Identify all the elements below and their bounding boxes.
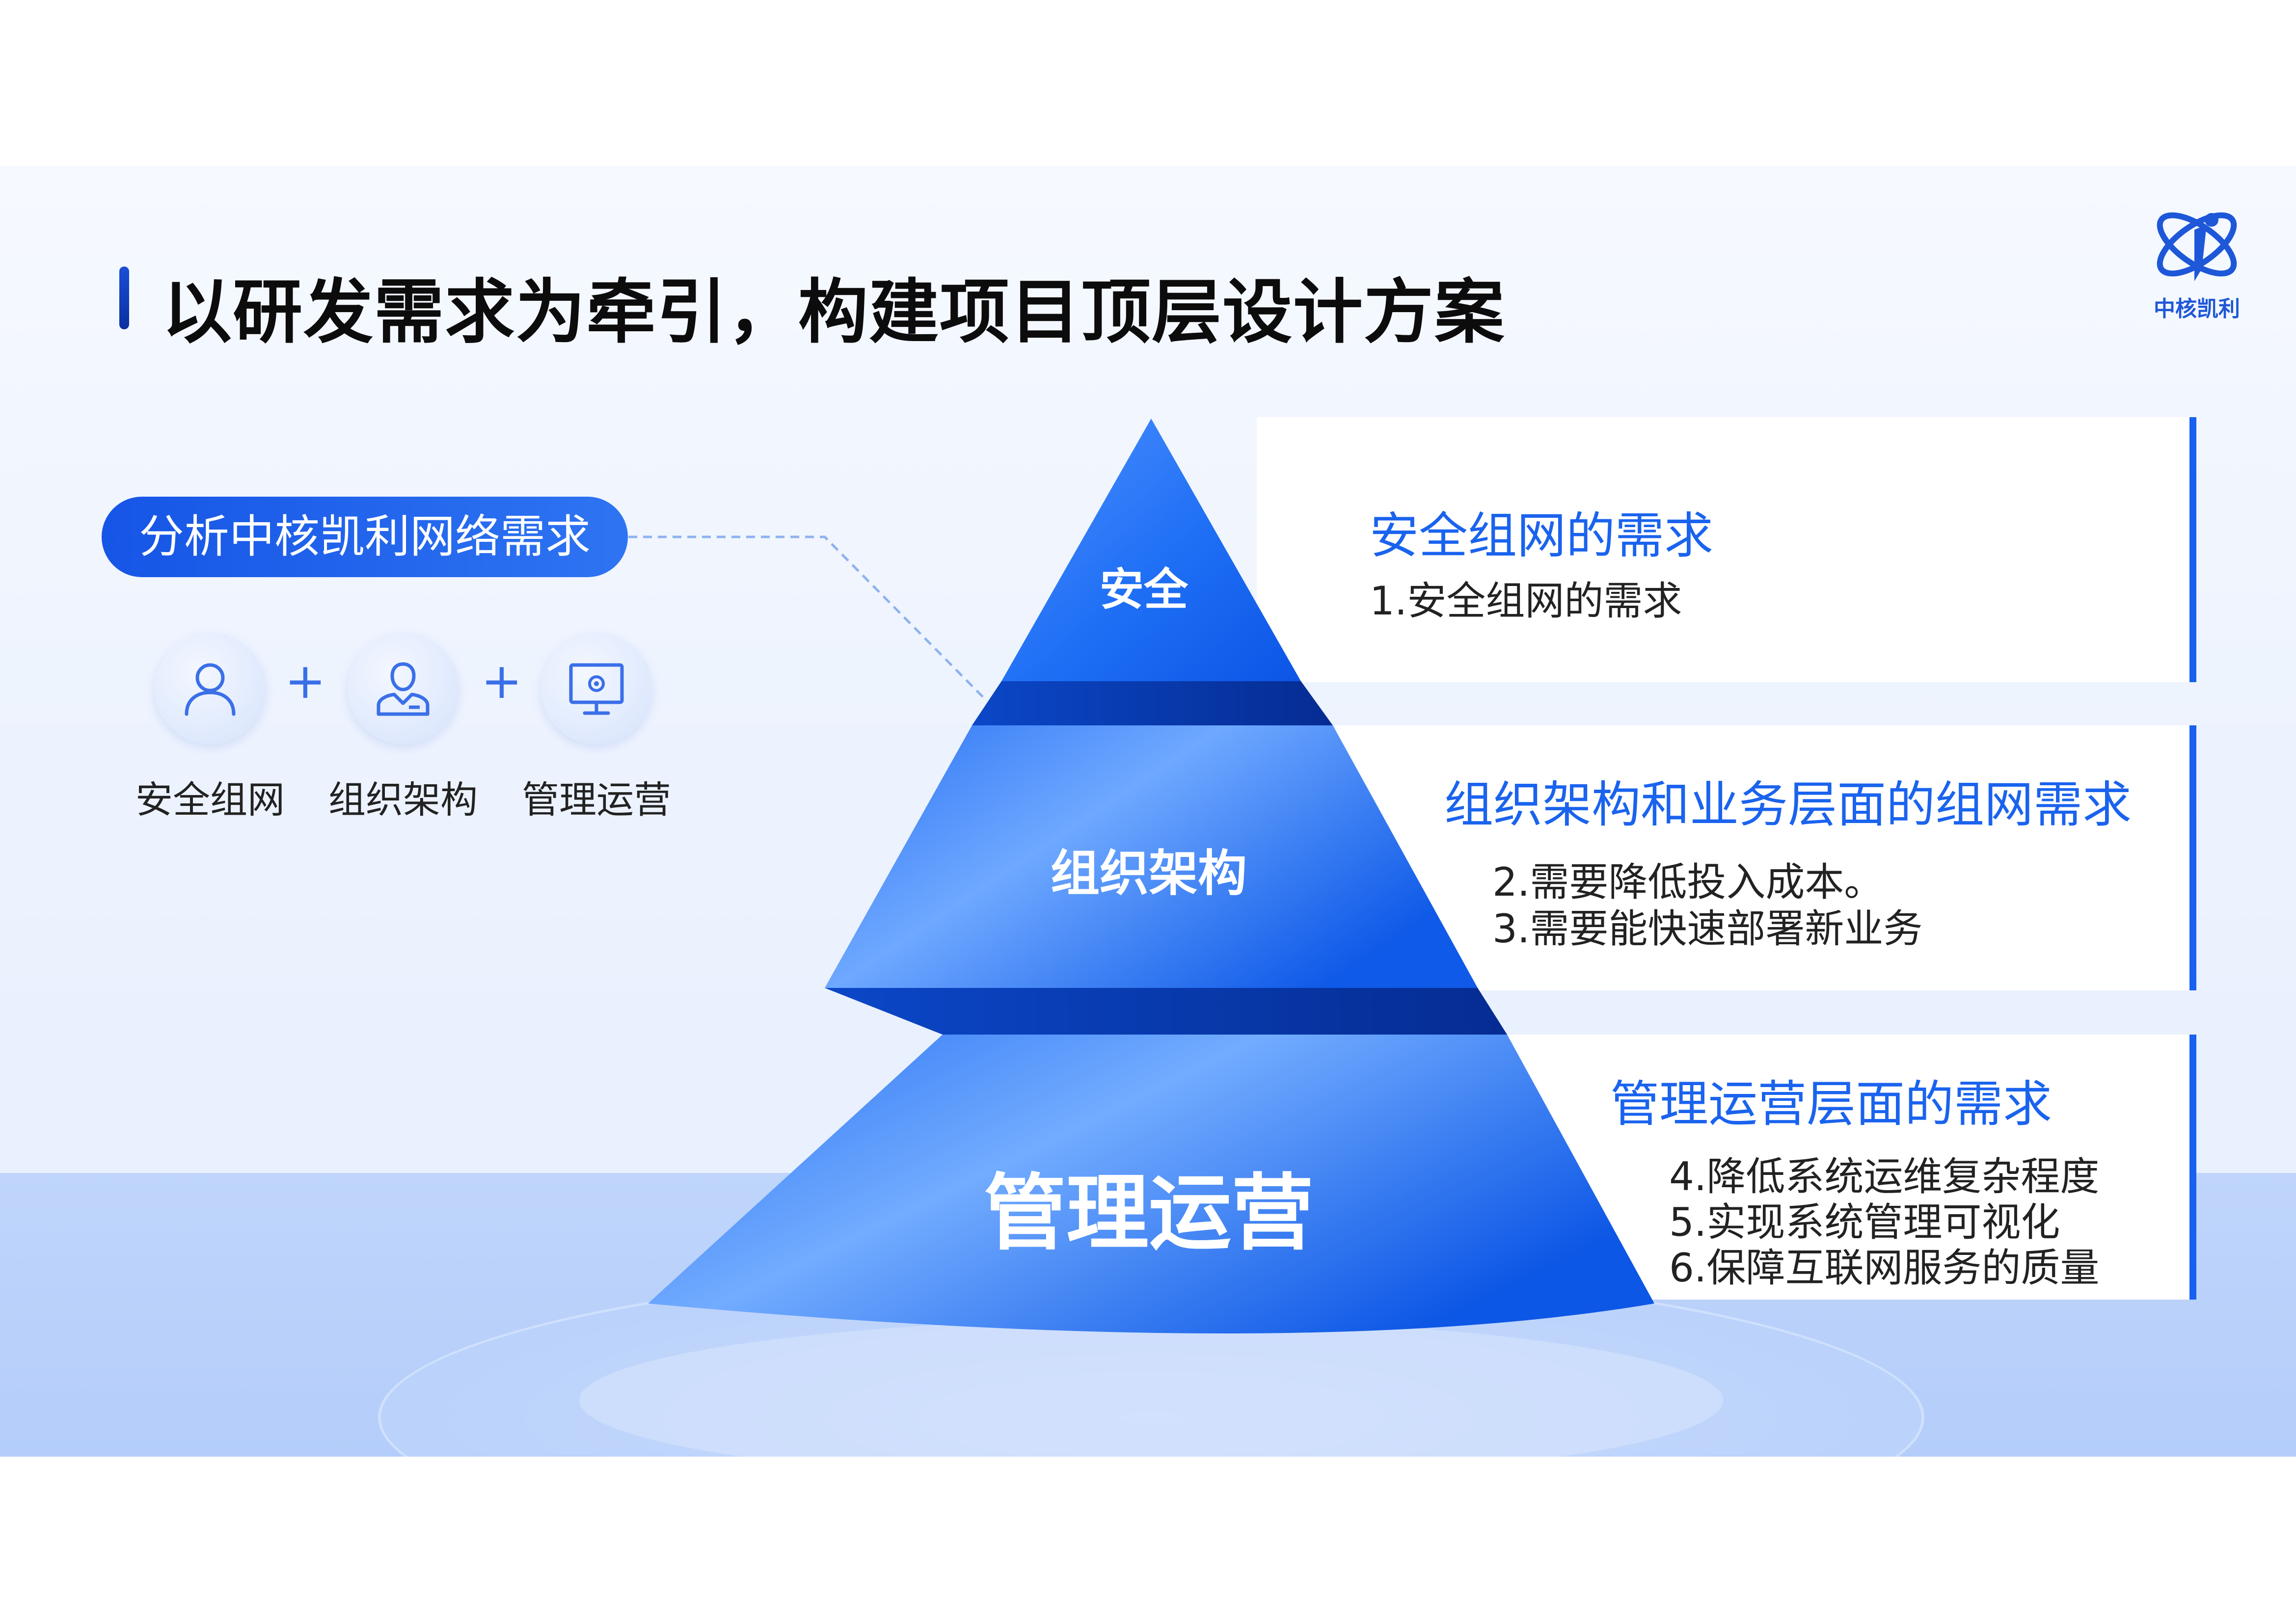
tier-top — [1001, 419, 1301, 681]
tier-label-top: 安全 — [1100, 564, 1188, 615]
tier-label-bottom: 管理运营 — [984, 1165, 1314, 1261]
tier-ledge-middle — [825, 988, 1507, 1035]
tier-ledge-top — [972, 681, 1333, 725]
slide-background: 以研发需求为牵引，构建项目顶层设计方案 中核凯利 分析中核凯利网络需求 + + — [0, 166, 2296, 1457]
tier-label-middle: 组织架构 — [1051, 845, 1247, 902]
